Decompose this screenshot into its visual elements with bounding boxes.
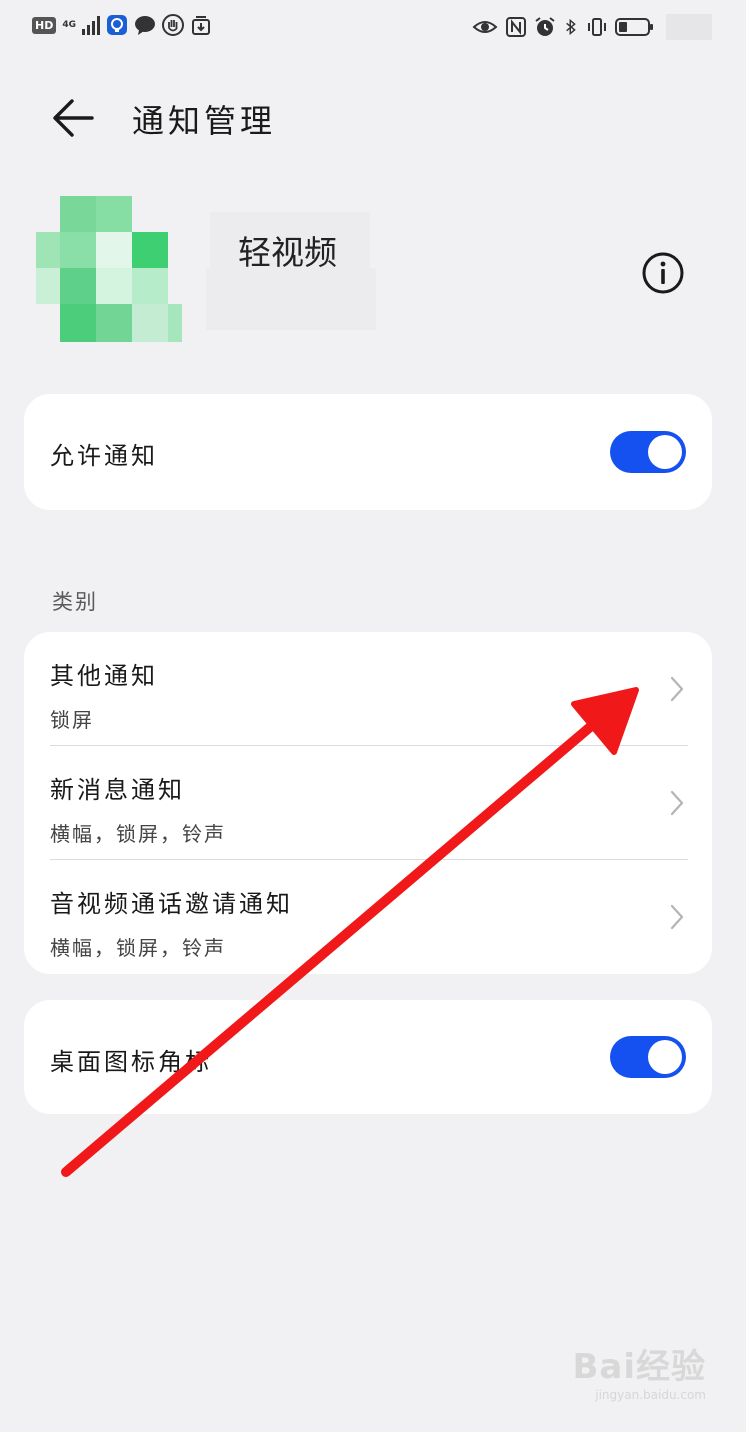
category-card: 其他通知 锁屏 新消息通知 横幅，锁屏，铃声 音视频通话邀请通知 横幅，锁屏，铃… <box>24 632 712 974</box>
app-meta-mask <box>206 268 376 330</box>
page-title: 通知管理 <box>132 102 277 140</box>
status-bar-right <box>472 14 712 40</box>
category-item-sub: 横幅，锁屏，铃声 <box>50 936 226 960</box>
category-item-label: 其他通知 <box>50 662 158 690</box>
allow-notifications-label: 允许通知 <box>50 442 158 470</box>
status-bar: HD 4G <box>0 0 746 60</box>
alarm-icon <box>535 17 555 36</box>
status-bar-left: HD 4G <box>32 14 212 36</box>
signal-icon <box>82 15 100 35</box>
bulb-app-icon <box>107 15 127 35</box>
chevron-right-icon <box>670 904 684 930</box>
chevron-right-icon <box>670 676 684 702</box>
status-bar-mask <box>666 14 712 40</box>
back-arrow-icon[interactable] <box>44 92 100 144</box>
category-item-label: 新消息通知 <box>50 776 185 804</box>
category-item-sub: 横幅，锁屏，铃声 <box>50 822 226 846</box>
network-type: 4G <box>62 19 76 30</box>
category-item-av-call[interactable]: 音视频通话邀请通知 横幅，锁屏，铃声 <box>24 860 712 974</box>
category-item-other[interactable]: 其他通知 锁屏 <box>24 632 712 745</box>
desktop-badge-toggle[interactable] <box>610 1036 686 1078</box>
nfc-icon <box>506 17 526 37</box>
desktop-badge-label: 桌面图标角标 <box>50 1048 212 1076</box>
chat-bubble-icon <box>135 16 155 35</box>
watermark-logo: Bai经验 <box>572 1347 706 1387</box>
category-item-label: 音视频通话邀请通知 <box>50 890 293 918</box>
bluetooth-icon <box>566 18 576 36</box>
category-section-title: 类别 <box>52 590 98 614</box>
app-icon <box>36 196 182 342</box>
hand-app-icon <box>162 14 184 36</box>
watermark-url: jingyan.baidu.com <box>595 1388 706 1402</box>
category-item-sub: 锁屏 <box>50 708 94 732</box>
battery-icon <box>615 18 653 36</box>
allow-notifications-toggle[interactable] <box>610 431 686 473</box>
vibrate-icon <box>588 18 606 36</box>
app-name: 轻视频 <box>238 233 337 272</box>
allow-notifications-card: 允许通知 <box>24 394 712 510</box>
info-icon[interactable] <box>640 250 686 296</box>
watermark: Bai经验 jingyan.baidu.com <box>572 1339 706 1402</box>
toggle-knob <box>648 1040 682 1074</box>
eye-icon <box>472 21 498 33</box>
category-item-new-message[interactable]: 新消息通知 横幅，锁屏，铃声 <box>24 746 712 859</box>
hd-icon: HD <box>32 16 57 34</box>
toggle-knob <box>648 435 682 469</box>
desktop-badge-card: 桌面图标角标 <box>24 1000 712 1114</box>
chevron-right-icon <box>670 790 684 816</box>
download-app-icon <box>192 16 210 35</box>
